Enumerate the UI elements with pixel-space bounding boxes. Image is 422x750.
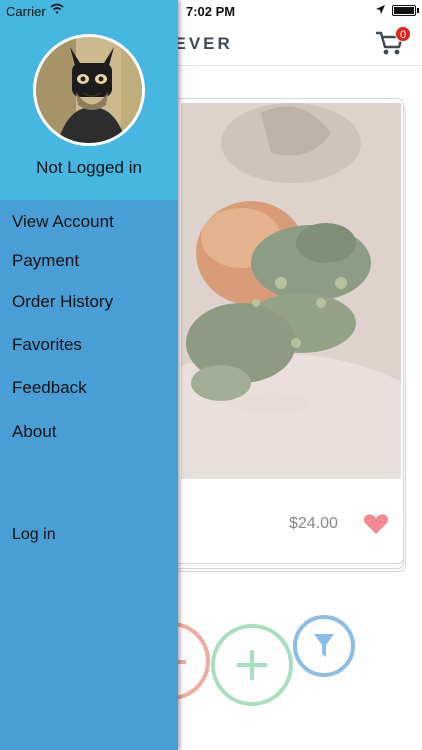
- menu-item-log-in[interactable]: Log in: [12, 526, 56, 544]
- wifi-icon: [50, 3, 64, 14]
- carrier-label: Carrier: [6, 4, 46, 19]
- food-card[interactable]: $24.00: [170, 98, 404, 564]
- menu-item-about[interactable]: About: [12, 422, 56, 442]
- battery-tip: [417, 8, 419, 13]
- food-price: $24.00: [289, 515, 338, 532]
- menu-item-order-history[interactable]: Order History: [12, 292, 113, 312]
- brand-logo-rest: EVER: [174, 34, 233, 53]
- avatar-image: [36, 37, 142, 143]
- menu-item-view-account[interactable]: View Account: [12, 212, 114, 232]
- add-to-cart-button[interactable]: [211, 624, 293, 706]
- plus-icon-vertical: [250, 650, 254, 680]
- location-arrow-icon: [376, 5, 385, 14]
- menu-item-payment[interactable]: Payment: [12, 251, 79, 271]
- avatar[interactable]: [33, 34, 145, 146]
- menu-item-favorites[interactable]: Favorites: [12, 335, 82, 355]
- filter-button[interactable]: [293, 615, 355, 677]
- filter-icon: [314, 634, 334, 657]
- menu-item-feedback[interactable]: Feedback: [12, 378, 87, 398]
- login-status-label: Not Logged in: [36, 158, 142, 177]
- cart-count-badge: 0: [395, 26, 411, 42]
- food-card-stack: $24.00: [170, 98, 406, 572]
- heart-icon[interactable]: [363, 513, 389, 535]
- status-bar: Carrier 7:02 PM: [0, 0, 422, 22]
- drawer-header: Not Logged in: [0, 0, 178, 200]
- food-photo: [181, 103, 401, 479]
- food-photo-art: [181, 103, 401, 479]
- clock-time: 7:02 PM: [186, 4, 236, 19]
- battery-icon: [392, 5, 416, 16]
- side-drawer: Not Logged in View Account Payment Order…: [0, 0, 178, 750]
